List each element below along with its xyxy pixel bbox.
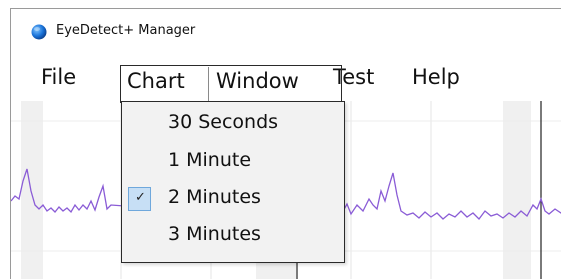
menu-item-label: 30 Seconds [168,111,279,133]
grid-band [21,101,43,279]
checkmark-box: ✓ [128,187,151,211]
menu-item-2-minutes[interactable]: ✓ 2 Minutes [122,181,344,215]
title-bar: EyeDetect+ Manager [11,9,561,53]
menu-chart[interactable]: Chart [127,69,185,93]
checkmark-icon: ✓ [135,190,146,205]
menu-item-label: 3 Minutes [168,223,261,245]
menu-item-label: 2 Minutes [168,186,261,208]
app-window: EyeDetect+ Manager File Test Help Chart … [10,8,561,279]
menu-help[interactable]: Help [412,65,460,89]
globe-app-icon [31,24,47,40]
menu-file[interactable]: File [41,65,76,89]
grid-band [503,101,531,279]
menu-window[interactable]: Window [216,69,299,93]
chart-dropdown-menu: 30 Seconds 1 Minute ✓ 2 Minutes 3 Minute… [121,101,345,263]
window-title: EyeDetect+ Manager [56,23,196,38]
menu-item-1-minute[interactable]: 1 Minute [122,144,344,178]
menu-item-label: 1 Minute [168,149,252,171]
menu-item-30-seconds[interactable]: 30 Seconds [122,106,344,140]
menu-item-3-minutes[interactable]: 3 Minutes [122,218,344,252]
